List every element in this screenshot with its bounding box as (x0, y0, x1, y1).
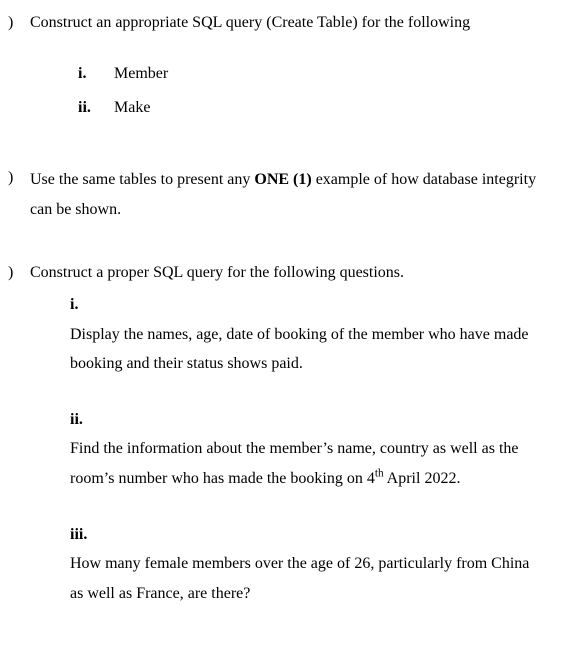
marker-b: ) (8, 165, 26, 191)
text-b-pre: Use the same tables to present any (30, 171, 254, 188)
c2-sup: th (375, 468, 384, 480)
text-c: Construct a proper SQL query for the fol… (30, 264, 404, 281)
item-c-2: ii. Find the information about the membe… (70, 405, 560, 494)
subtext-c-2: Find the information about the member’s … (70, 434, 530, 493)
question-c: ) Construct a proper SQL query for the f… (8, 260, 573, 634)
question-b: ) Use the same tables to present any ONE… (8, 165, 573, 224)
roman-c-1: i. (70, 290, 104, 320)
roman-c-2: ii. (70, 405, 104, 435)
body-b: Use the same tables to present any ONE (… (30, 165, 560, 224)
question-a: ) Construct an appropriate SQL query (Cr… (8, 10, 573, 129)
roman-a-2: ii. (78, 94, 110, 123)
text-b-bold: ONE (1) (254, 171, 311, 188)
sublist-c: i. Display the names, age, date of booki… (30, 290, 560, 608)
item-a-2: ii. Make (78, 94, 560, 123)
marker-c: ) (8, 260, 26, 286)
roman-a-1: i. (78, 60, 110, 89)
subtext-a-1: Member (114, 60, 554, 89)
c2-post: April 2022. (384, 470, 461, 487)
roman-c-3: iii. (70, 520, 104, 550)
body-a: Construct an appropriate SQL query (Crea… (30, 10, 560, 129)
item-a-1: i. Member (78, 60, 560, 89)
subtext-c-3: How many female members over the age of … (70, 549, 530, 608)
subtext-c-1: Display the names, age, date of booking … (70, 320, 530, 379)
subtext-a-2: Make (114, 94, 554, 123)
item-c-3: iii. How many female members over the ag… (70, 520, 560, 609)
sublist-a: i. Member ii. Make (30, 60, 560, 124)
marker-a: ) (8, 10, 26, 36)
body-c: Construct a proper SQL query for the fol… (30, 260, 560, 634)
item-c-1: i. Display the names, age, date of booki… (70, 290, 560, 379)
text-a: Construct an appropriate SQL query (Crea… (30, 14, 470, 31)
